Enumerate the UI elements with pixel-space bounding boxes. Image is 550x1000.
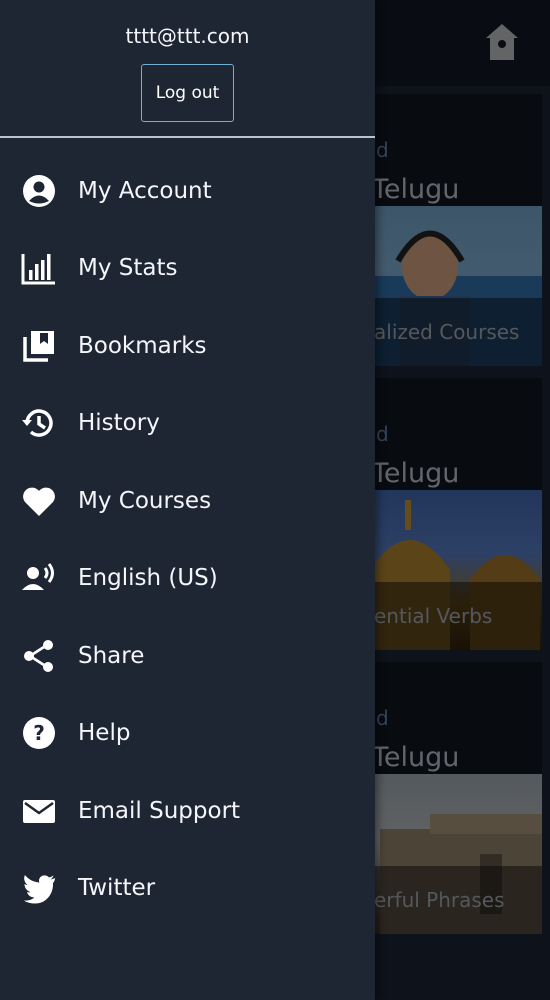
menu-item-twitter[interactable]: Twitter xyxy=(0,850,375,928)
drawer-divider xyxy=(0,136,375,138)
menu-item-label: History xyxy=(78,410,160,437)
menu-item-help[interactable]: ? Help xyxy=(0,695,375,773)
voice-icon xyxy=(22,563,54,591)
menu-item-label: My Stats xyxy=(78,255,178,282)
menu-item-label: Bookmarks xyxy=(78,332,207,359)
stats-icon xyxy=(21,254,55,285)
menu-item-my-account[interactable]: My Account xyxy=(0,152,375,230)
help-icon: ? xyxy=(23,717,55,750)
menu-item-my-courses[interactable]: My Courses xyxy=(0,462,375,540)
svg-text:?: ? xyxy=(33,721,45,745)
menu-item-share[interactable]: Share xyxy=(0,617,375,695)
drawer-menu: My Account My Stats Bookmarks History My… xyxy=(0,152,375,927)
menu-item-my-stats[interactable]: My Stats xyxy=(0,230,375,308)
account-icon xyxy=(23,174,55,207)
user-email: tttt@ttt.com xyxy=(125,24,250,48)
menu-item-label: Twitter xyxy=(78,875,156,902)
navigation-drawer: tttt@ttt.com Log out My Account My Stats xyxy=(0,0,375,1000)
menu-item-bookmarks[interactable]: Bookmarks xyxy=(0,307,375,385)
logout-button[interactable]: Log out xyxy=(141,64,234,122)
heart-icon xyxy=(23,487,55,516)
menu-item-label: Help xyxy=(78,720,131,747)
menu-item-history[interactable]: History xyxy=(0,385,375,463)
menu-item-label: My Courses xyxy=(78,487,212,514)
menu-item-label: My Account xyxy=(78,177,212,204)
bookmarks-icon xyxy=(23,330,54,362)
menu-item-email-support[interactable]: Email Support xyxy=(0,772,375,850)
share-icon xyxy=(24,639,53,672)
menu-item-language[interactable]: English (US) xyxy=(0,540,375,618)
twitter-icon xyxy=(23,875,55,904)
menu-item-label: Email Support xyxy=(78,797,241,824)
menu-item-label: English (US) xyxy=(78,565,218,592)
email-icon xyxy=(23,799,55,823)
history-icon xyxy=(22,409,53,438)
menu-item-label: Share xyxy=(78,642,145,669)
